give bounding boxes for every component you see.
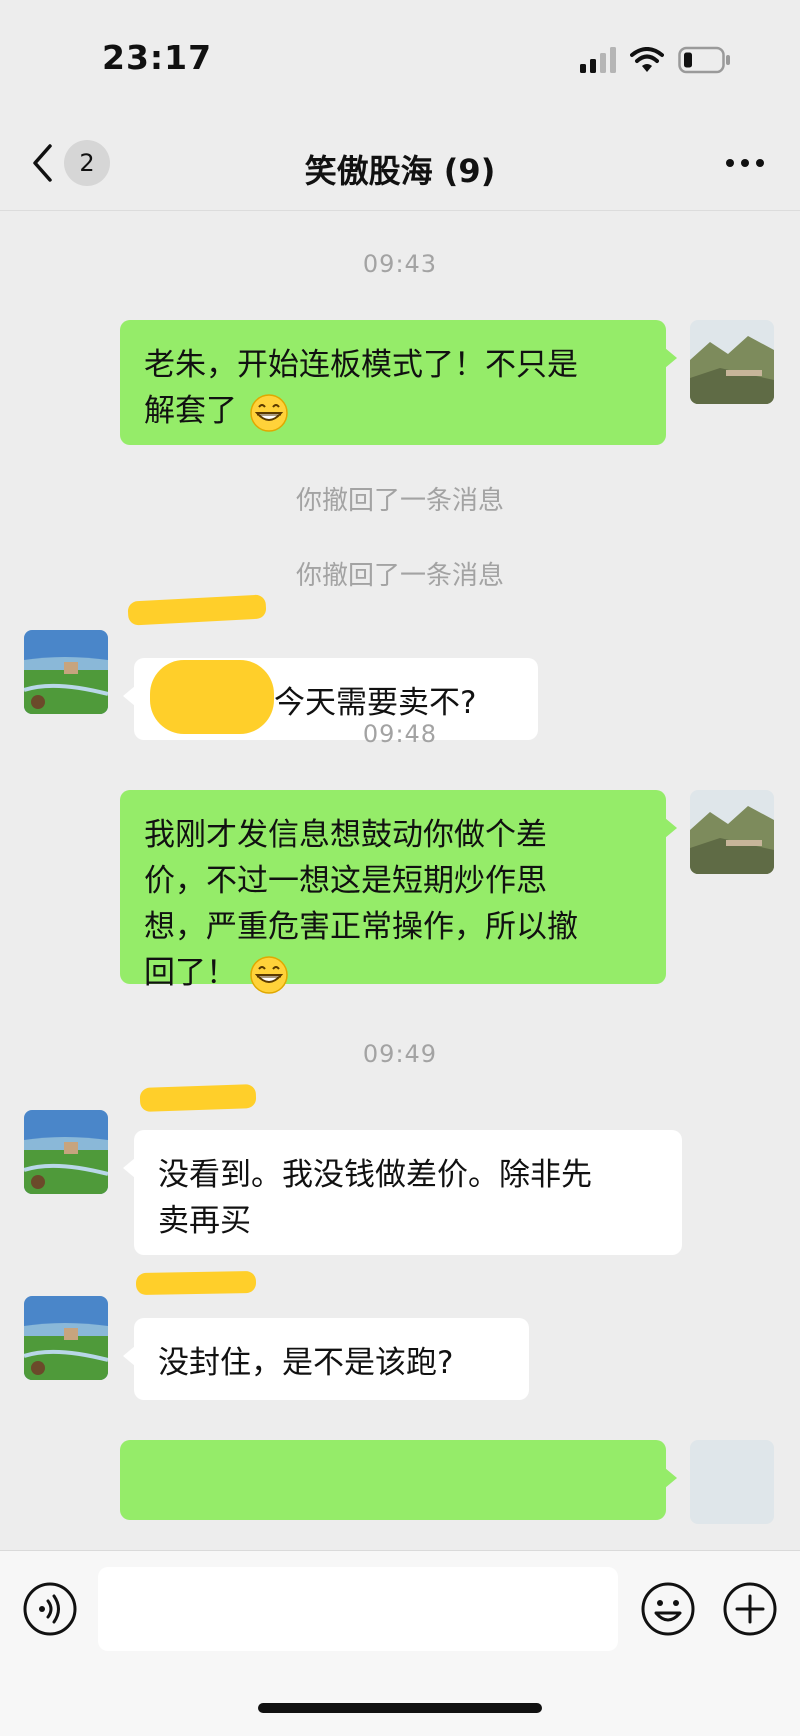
system-message-recalled: 你撤回了一条消息 xyxy=(295,486,504,516)
grinning-face-icon xyxy=(250,955,288,994)
home-indicator[interactable] xyxy=(258,1703,542,1713)
input-toolbar xyxy=(0,1550,800,1736)
wifi-icon xyxy=(630,47,664,72)
system-message-recalled: 你撤回了一条消息 xyxy=(295,561,504,591)
voice-icon[interactable] xyxy=(22,1581,78,1637)
message-bubble-outgoing[interactable]: 老朱，开始连板模式了！不只是 解套了 xyxy=(120,320,677,445)
message-input[interactable] xyxy=(98,1567,618,1651)
status-bar: 23:17 xyxy=(0,0,800,118)
message-bubble-incoming[interactable]: 没看到。我没钱做差价。除非先 卖再买 xyxy=(123,1130,682,1255)
sender-avatar[interactable] xyxy=(24,1110,108,1194)
battery-icon xyxy=(678,46,730,74)
my-avatar[interactable] xyxy=(690,790,774,874)
message-text: 老朱，开始连板模式了！不只是 xyxy=(144,347,578,383)
message-bubble-outgoing[interactable]: 我刚才发信息想鼓动你做个差 价，不过一想这是短期炒作思 想，严重危害正常操作，所… xyxy=(120,790,677,994)
message-text: 今天需要卖不? xyxy=(274,685,477,721)
more-icon xyxy=(726,159,764,167)
chat-title: 笑傲股海 (9) xyxy=(304,152,496,190)
sender-avatar[interactable] xyxy=(24,1296,108,1380)
timestamp: 09:48 xyxy=(362,720,438,748)
emoji-icon[interactable] xyxy=(640,1581,696,1637)
redaction-mark xyxy=(127,594,267,626)
message-text: 没看到。我没钱做差价。除非先 xyxy=(158,1157,592,1193)
message-bubble-incoming[interactable]: 没封住，是不是该跑? xyxy=(123,1318,529,1400)
message-text: 没封住，是不是该跑? xyxy=(158,1345,454,1381)
more-options-button[interactable] xyxy=(722,140,768,186)
plus-icon[interactable] xyxy=(722,1581,778,1637)
status-time: 23:17 xyxy=(102,38,213,77)
message-text: 想，严重危害正常操作，所以撤 xyxy=(144,909,578,945)
redaction-mark xyxy=(139,1083,257,1113)
sender-avatar[interactable] xyxy=(24,630,108,714)
status-icons xyxy=(580,46,732,74)
message-bubble-outgoing[interactable] xyxy=(120,1440,677,1520)
grinning-face-icon xyxy=(250,393,288,432)
my-avatar[interactable] xyxy=(690,1440,774,1524)
message-list[interactable]: 09:43 老朱，开始连板模式了！不只是 解套了 你撤回了一条消息 你撤回了一条… xyxy=(0,210,800,1550)
message-text: 回了！ xyxy=(144,955,237,991)
redaction-mark xyxy=(135,1270,257,1296)
message-text: 我刚才发信息想鼓动你做个差 xyxy=(144,817,547,853)
message-text: 解套了 xyxy=(144,393,237,429)
my-avatar[interactable] xyxy=(690,320,774,404)
timestamp: 09:49 xyxy=(362,1040,438,1068)
message-text: 卖再买 xyxy=(158,1203,251,1239)
chat-header: 2 笑傲股海 (9) xyxy=(0,118,800,211)
signal-icon xyxy=(580,47,616,73)
timestamp: 09:43 xyxy=(362,250,438,278)
message-text: 价，不过一想这是短期炒作思 xyxy=(144,863,547,899)
